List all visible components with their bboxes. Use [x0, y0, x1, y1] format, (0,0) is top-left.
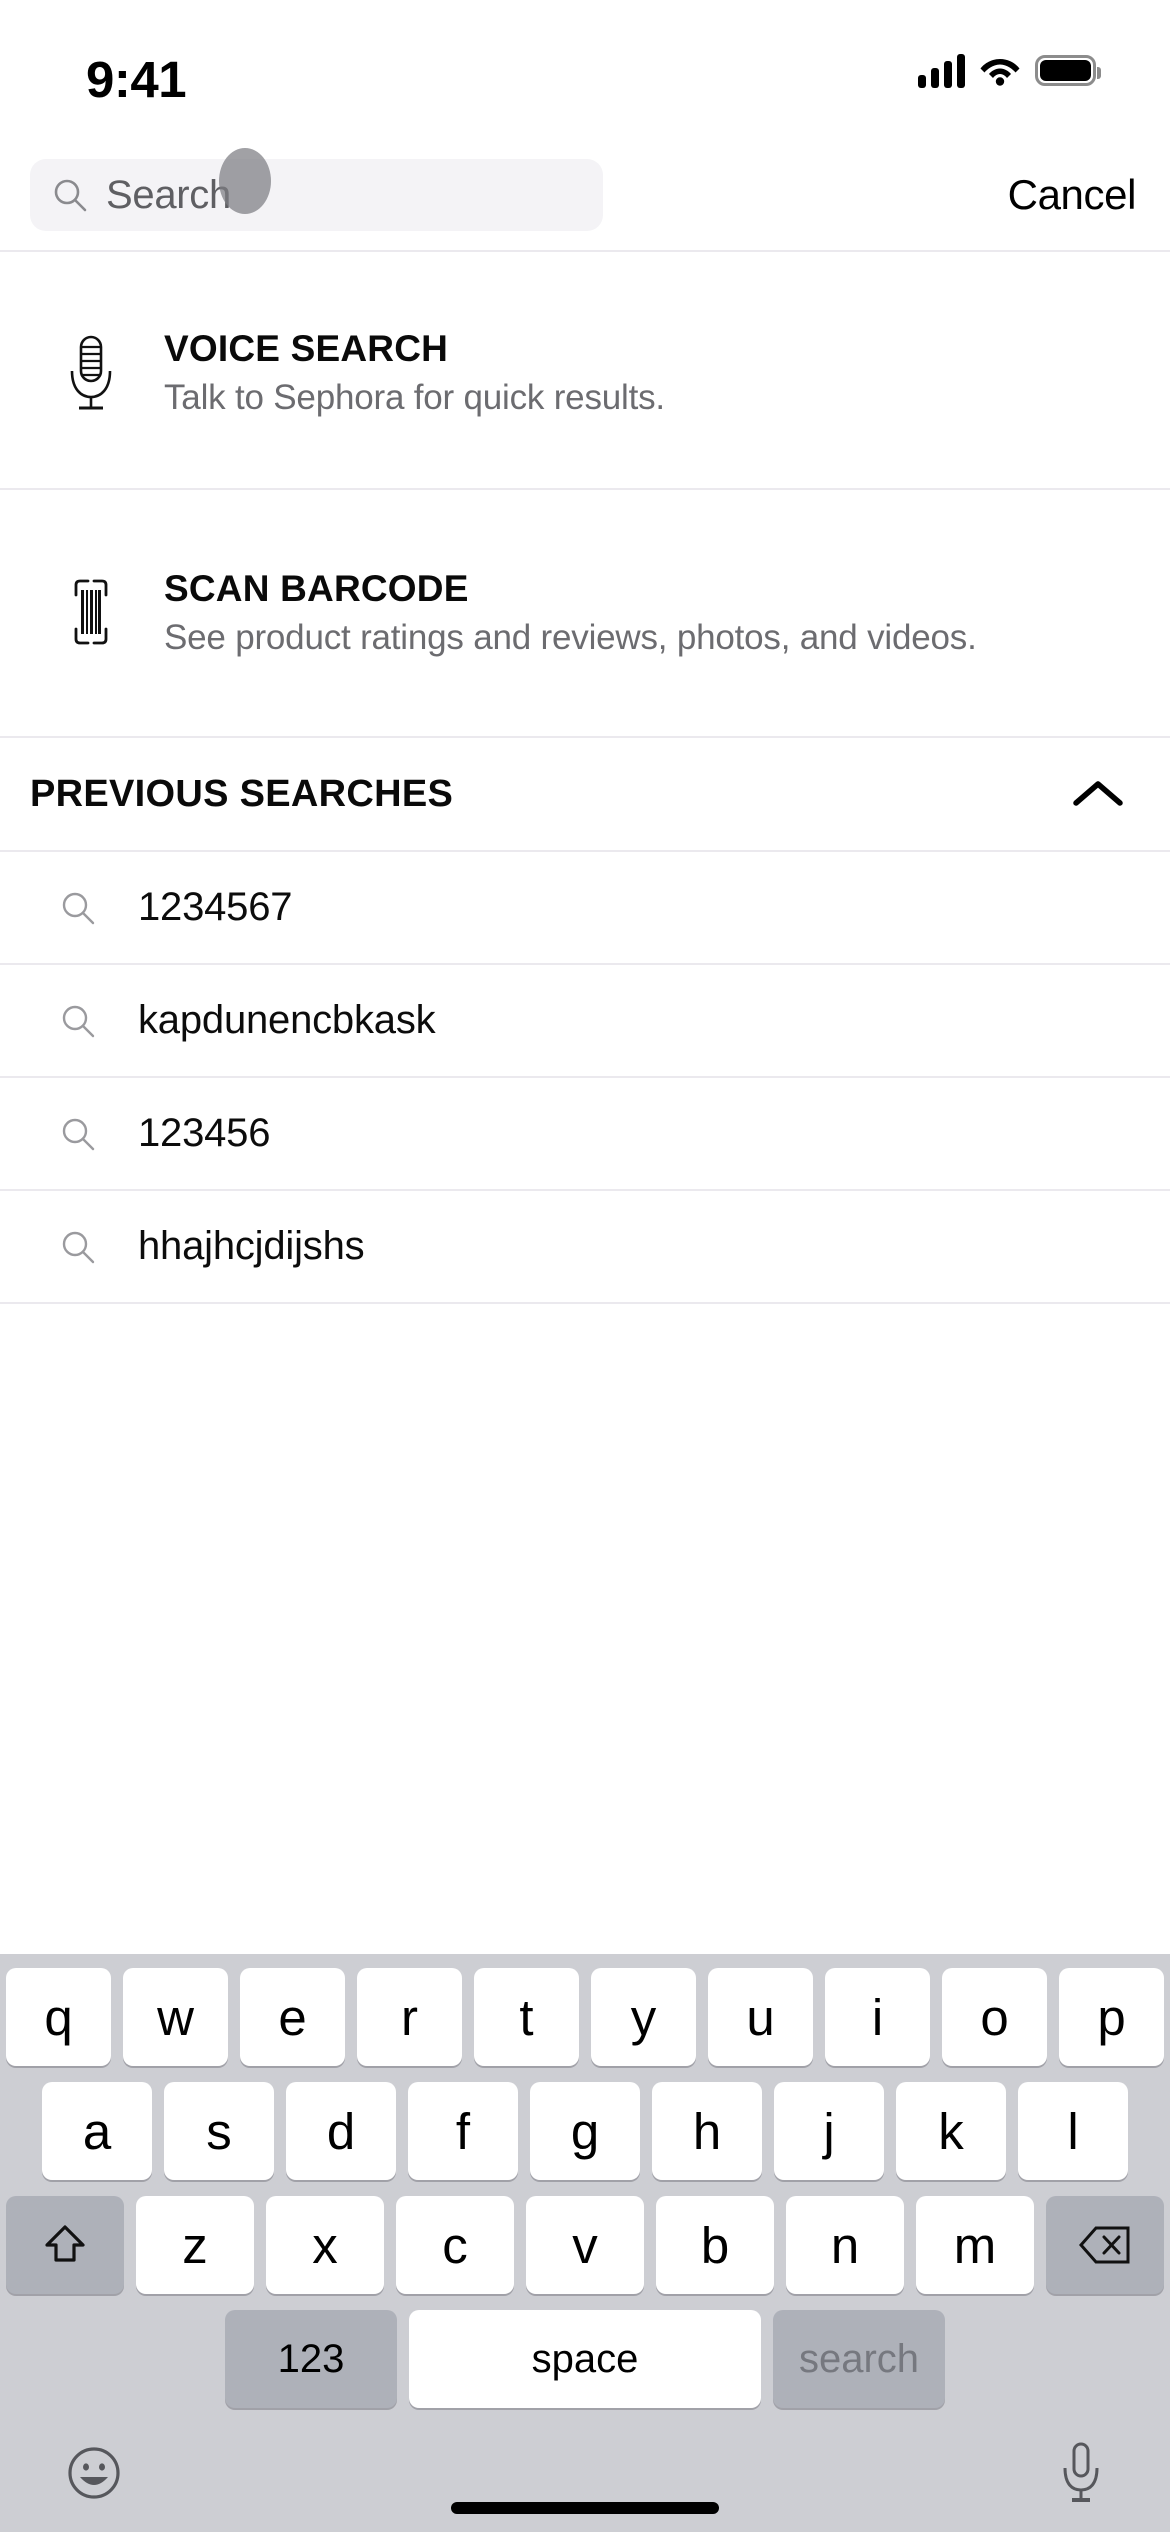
cellular-signal-icon [918, 52, 965, 88]
scan-barcode-text: SCAN BARCODE See product ratings and rev… [164, 568, 977, 658]
key-i[interactable]: i [825, 1968, 930, 2066]
previous-searches-header[interactable]: PREVIOUS SEARCHES [0, 738, 1170, 850]
key-e[interactable]: e [240, 1968, 345, 2066]
keyboard-row-3: z x c v b n m [0, 2196, 1170, 2294]
list-spacer [0, 1304, 1170, 1954]
voice-search-title: VOICE SEARCH [164, 328, 449, 369]
backspace-key[interactable] [1046, 2196, 1164, 2294]
keyboard-row-2: a s d f g h j k l [0, 2082, 1170, 2180]
cancel-button[interactable]: Cancel [1008, 171, 1140, 219]
list-item-label: 1234567 [138, 885, 293, 929]
wifi-icon [980, 59, 1020, 86]
keyboard-row-1: q w e r t y u i o p [0, 1968, 1170, 2066]
key-o[interactable]: o [942, 1968, 1047, 2066]
list-item-label: kapdunencbkask [138, 998, 436, 1042]
backspace-icon [1078, 2226, 1130, 2264]
key-u[interactable]: u [708, 1968, 813, 2066]
key-b[interactable]: b [656, 2196, 774, 2294]
scan-barcode-subtitle: See product ratings and reviews, photos,… [164, 618, 977, 657]
search-screen: 9:41 Search Cancel VOICE SEARCH Talk to … [0, 0, 1170, 2532]
search-icon [54, 179, 87, 212]
previous-searches-title: PREVIOUS SEARCHES [30, 772, 454, 815]
key-r[interactable]: r [357, 1968, 462, 2066]
key-d[interactable]: d [286, 2082, 396, 2180]
status-time: 9:41 [86, 51, 187, 108]
scan-barcode-row[interactable]: SCAN BARCODE See product ratings and rev… [0, 540, 1170, 686]
key-f[interactable]: f [408, 2082, 518, 2180]
key-v[interactable]: v [526, 2196, 644, 2294]
keyboard: q w e r t y u i o p a s d f g h j k l z … [0, 1954, 1170, 2532]
list-item-label: hhajhcjdijshs [138, 1224, 365, 1268]
voice-search-text: VOICE SEARCH Talk to Sephora for quick r… [164, 328, 665, 418]
search-icon [62, 892, 95, 924]
key-a[interactable]: a [42, 2082, 152, 2180]
barcode-icon [62, 573, 120, 653]
key-w[interactable]: w [123, 1968, 228, 2066]
key-t[interactable]: t [474, 1968, 579, 2066]
keyboard-row-4: 123 space search [0, 2310, 1170, 2408]
shift-arrow-icon [45, 2225, 85, 2262]
key-k[interactable]: k [896, 2082, 1006, 2180]
list-item[interactable]: 123456 [0, 1078, 1170, 1189]
status-indicators [918, 52, 1101, 88]
key-c[interactable]: c [396, 2196, 514, 2294]
list-item[interactable]: 1234567 [0, 852, 1170, 963]
search-icon [62, 1231, 95, 1263]
search-return-key[interactable]: search [773, 2310, 945, 2408]
battery-icon [1035, 54, 1101, 86]
list-item[interactable]: hhajhcjdijshs [0, 1191, 1170, 1302]
shift-key[interactable] [6, 2196, 124, 2294]
key-n[interactable]: n [786, 2196, 904, 2294]
chevron-up-icon[interactable] [1070, 776, 1126, 812]
list-item[interactable]: kapdunencbkask [0, 965, 1170, 1076]
key-x[interactable]: x [266, 2196, 384, 2294]
key-m[interactable]: m [916, 2196, 1034, 2294]
search-bar-row: Search Cancel [0, 140, 1170, 250]
microphone-icon [62, 333, 120, 413]
key-h[interactable]: h [652, 2082, 762, 2180]
key-z[interactable]: z [136, 2196, 254, 2294]
key-g[interactable]: g [530, 2082, 640, 2180]
list-item-label: 123456 [138, 1111, 271, 1155]
scan-barcode-title: SCAN BARCODE [164, 568, 469, 609]
key-q[interactable]: q [6, 1968, 111, 2066]
microphone-icon[interactable] [1058, 2442, 1104, 2504]
key-l[interactable]: l [1018, 2082, 1128, 2180]
home-indicator [451, 2502, 719, 2514]
voice-search-subtitle: Talk to Sephora for quick results. [164, 378, 665, 417]
search-icon [62, 1005, 95, 1037]
status-bar: 9:41 [0, 0, 1170, 140]
search-placeholder: Search [106, 172, 231, 217]
search-input[interactable]: Search [30, 159, 603, 231]
keyboard-bottom-bar [0, 2414, 1170, 2532]
key-y[interactable]: y [591, 1968, 696, 2066]
key-j[interactable]: j [774, 2082, 884, 2180]
search-icon [62, 1118, 95, 1150]
space-key[interactable]: space [409, 2310, 761, 2408]
emoji-smiley-icon[interactable] [66, 2445, 122, 2501]
key-s[interactable]: s [164, 2082, 274, 2180]
numeric-key[interactable]: 123 [225, 2310, 397, 2408]
key-p[interactable]: p [1059, 1968, 1164, 2066]
voice-search-row[interactable]: VOICE SEARCH Talk to Sephora for quick r… [0, 298, 1170, 442]
